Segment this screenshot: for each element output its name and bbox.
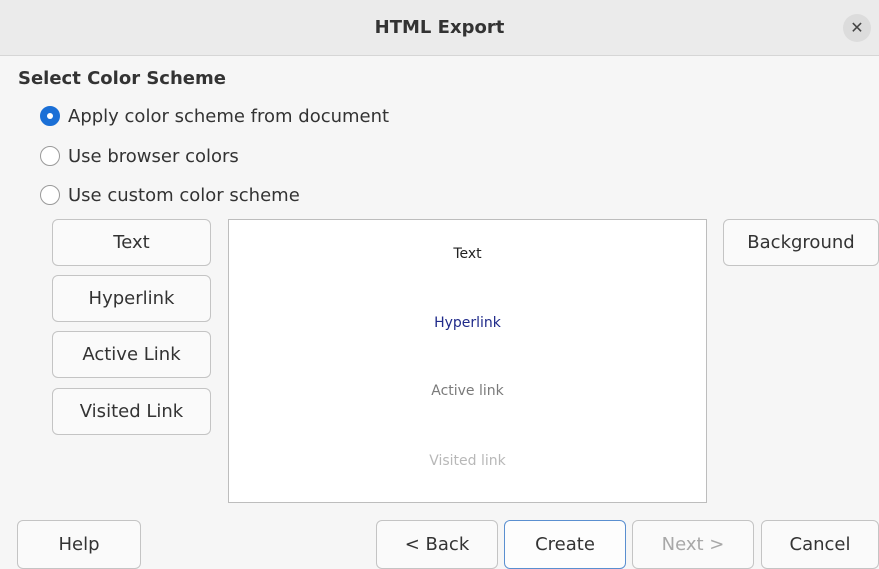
visited-link-color-button[interactable]: Visited Link xyxy=(52,388,211,435)
title-bar: HTML Export ✕ xyxy=(0,0,879,56)
cancel-button[interactable]: Cancel xyxy=(761,520,879,569)
preview-text: Text xyxy=(453,246,482,262)
radio-browser-colors[interactable]: Use browser colors xyxy=(40,144,239,168)
close-button[interactable]: ✕ xyxy=(843,14,871,42)
radio-button[interactable] xyxy=(40,146,60,166)
preview-visited-link: Visited link xyxy=(429,453,506,469)
radio-label[interactable]: Apply color scheme from document xyxy=(68,106,389,127)
back-button[interactable]: < Back xyxy=(376,520,498,569)
radio-custom-scheme[interactable]: Use custom color scheme xyxy=(40,183,300,207)
radio-label[interactable]: Use browser colors xyxy=(68,146,239,167)
radio-apply-document[interactable]: Apply color scheme from document xyxy=(40,104,389,128)
next-button: Next > xyxy=(632,520,754,569)
radio-button-checked[interactable] xyxy=(40,106,60,126)
color-preview-panel: Text Hyperlink Active link Visited link xyxy=(228,219,707,503)
window-title: HTML Export xyxy=(374,17,505,38)
radio-label[interactable]: Use custom color scheme xyxy=(68,185,300,206)
create-button[interactable]: Create xyxy=(504,520,626,569)
help-button[interactable]: Help xyxy=(17,520,141,569)
background-color-button[interactable]: Background xyxy=(723,219,879,266)
close-icon[interactable]: ✕ xyxy=(850,18,863,37)
active-link-color-button[interactable]: Active Link xyxy=(52,331,211,378)
text-color-button[interactable]: Text xyxy=(52,219,211,266)
hyperlink-color-button[interactable]: Hyperlink xyxy=(52,275,211,322)
preview-hyperlink: Hyperlink xyxy=(434,315,501,331)
section-title: Select Color Scheme xyxy=(18,68,226,89)
radio-button[interactable] xyxy=(40,185,60,205)
preview-active-link: Active link xyxy=(431,383,504,399)
